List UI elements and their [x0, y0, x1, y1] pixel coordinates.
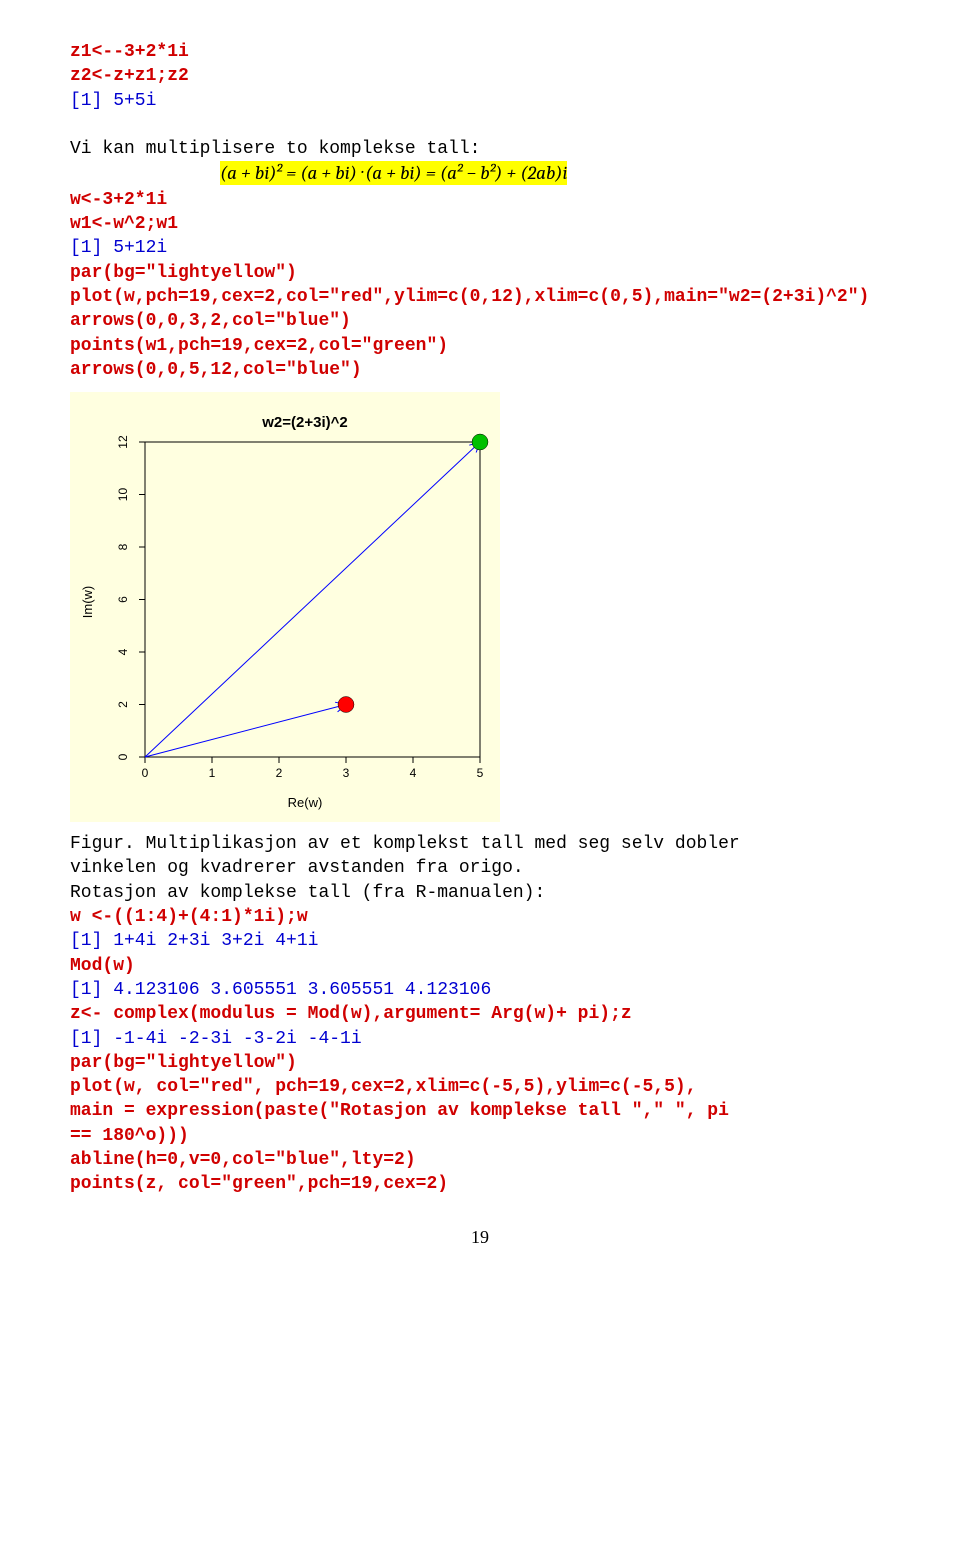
chart-container: w2=(2+3i)^2 024681012 012345 Re(w) Im(w) — [70, 392, 500, 822]
body-text: Rotasjon av komplekse tall (fra R-manual… — [70, 881, 890, 905]
svg-text:3: 3 — [343, 766, 350, 780]
math-formula: (a + bi)² = (a + bi) · (a + bi) = (a² − … — [70, 161, 890, 187]
y-axis-label: Im(w) — [80, 586, 95, 619]
x-axis: 0 1 2 3 4 5 — [142, 757, 484, 780]
svg-text:10: 10 — [116, 488, 130, 502]
code-line: z<- complex(modulus = Mod(w),argument= A… — [70, 1002, 890, 1026]
svg-text:6: 6 — [116, 596, 130, 603]
code-line: par(bg="lightyellow") — [70, 261, 890, 285]
chart-title: w2=(2+3i)^2 — [261, 414, 347, 431]
code-line: z2<-z+z1;z2 — [70, 64, 890, 88]
code-line: z1<--3+2*1i — [70, 40, 890, 64]
svg-text:5: 5 — [477, 766, 484, 780]
output-line: [1] 5+12i — [70, 236, 890, 260]
highlighted-formula: (a + bi)² = (a + bi) · (a + bi) = (a² − … — [220, 161, 567, 185]
svg-text:2: 2 — [116, 701, 130, 708]
empty-line — [70, 113, 890, 137]
svg-text:12: 12 — [116, 435, 130, 449]
code-line: plot(w, col="red", pch=19,cex=2,xlim=c(-… — [70, 1075, 890, 1099]
code-line: w <-((1:4)+(4:1)*1i);w — [70, 905, 890, 929]
code-line: abline(h=0,v=0,col="blue",lty=2) — [70, 1148, 890, 1172]
code-line: points(w1,pch=19,cex=2,col="green") — [70, 334, 890, 358]
svg-text:1: 1 — [209, 766, 216, 780]
x-axis-label: Re(w) — [288, 795, 323, 810]
page-number: 19 — [70, 1227, 890, 1248]
points-group — [338, 434, 488, 713]
code-line: plot(w,pch=19,cex=2,col="red",ylim=c(0,1… — [70, 285, 890, 309]
output-line: [1] -1-4i -2-3i -3-2i -4-1i — [70, 1027, 890, 1051]
svg-text:0: 0 — [116, 754, 130, 761]
code-line: arrows(0,0,5,12,col="blue") — [70, 358, 890, 382]
code-line: == 180^o))) — [70, 1124, 890, 1148]
body-text: Vi kan multiplisere to komplekse tall: — [70, 137, 890, 161]
body-text: vinkelen og kvadrerer avstanden fra orig… — [70, 856, 890, 880]
code-line: par(bg="lightyellow") — [70, 1051, 890, 1075]
body-text: Figur. Multiplikasjon av et komplekst ta… — [70, 832, 890, 856]
code-line: points(z, col="green",pch=19,cex=2) — [70, 1172, 890, 1196]
arrows-group — [145, 442, 480, 757]
chart-svg: w2=(2+3i)^2 024681012 012345 Re(w) Im(w) — [70, 392, 500, 822]
output-line: [1] 5+5i — [70, 89, 890, 113]
svg-text:2: 2 — [276, 766, 283, 780]
output-line: [1] 1+4i 2+3i 3+2i 4+1i — [70, 929, 890, 953]
svg-text:4: 4 — [116, 649, 130, 656]
code-line: w1<-w^2;w1 — [70, 212, 890, 236]
code-line: main = expression(paste("Rotasjon av kom… — [70, 1099, 890, 1123]
code-line: Mod(w) — [70, 954, 890, 978]
code-line: w<-3+2*1i — [70, 188, 890, 212]
code-line: arrows(0,0,3,2,col="blue") — [70, 309, 890, 333]
svg-text:4: 4 — [410, 766, 417, 780]
svg-text:0: 0 — [142, 766, 149, 780]
output-line: [1] 4.123106 3.605551 3.605551 4.123106 — [70, 978, 890, 1002]
y-axis: 0 2 4 6 8 10 12 — [116, 435, 145, 760]
svg-text:8: 8 — [116, 544, 130, 551]
